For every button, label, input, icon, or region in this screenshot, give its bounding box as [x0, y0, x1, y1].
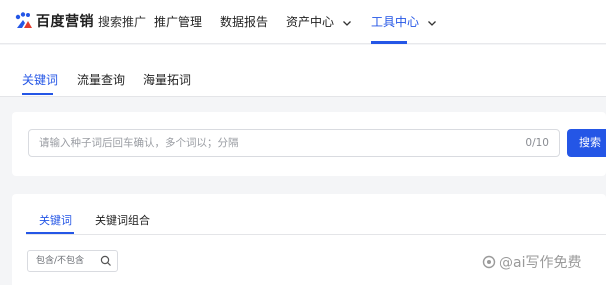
tab-keyword-combinations[interactable]: 关键词组合	[95, 212, 150, 228]
divider	[26, 234, 606, 235]
active-tab-indicator	[22, 93, 53, 95]
nav-item-tool-center[interactable]: 工具中心	[371, 13, 437, 30]
watermark-text: @ai写作免费	[499, 255, 582, 271]
tab-bulk-keyword-expansion[interactable]: 海量拓词	[143, 71, 191, 88]
search-button[interactable]: 搜索	[567, 129, 606, 157]
watermark: @ai写作免费	[482, 252, 581, 272]
include-exclude-filter-input[interactable]: 包含/不包含	[27, 250, 118, 272]
nav-item-campaign-management[interactable]: 推广管理	[154, 13, 202, 30]
logo-subtitle: 搜索推广	[98, 14, 147, 29]
nav-item-label: 数据报告	[220, 15, 269, 29]
logo-text: 百度营销	[36, 14, 94, 30]
baidu-paw-logo-icon	[14, 11, 34, 31]
search-icon	[100, 255, 112, 267]
active-tab-indicator	[26, 232, 74, 234]
watermark-logo-icon	[482, 255, 496, 269]
nav-item-asset-center[interactable]: 资产中心	[286, 13, 352, 30]
tab-keywords[interactable]: 关键词	[22, 71, 58, 88]
nav-item-label: 工具中心	[371, 15, 420, 29]
chevron-down-icon	[427, 17, 437, 27]
nav-item-label: 推广管理	[154, 15, 203, 29]
active-nav-indicator	[371, 41, 407, 44]
seed-keyword-input[interactable]: 请输入种子词后回车确认，多个词以；分隔 0/10	[28, 129, 560, 157]
chevron-down-icon	[342, 17, 352, 27]
top-header: 百度营销 搜索推广 推广管理 数据报告 资产中心 工具中心	[0, 0, 606, 44]
keyword-count: 0/10	[525, 137, 549, 149]
subtab-bar: 关键词 流量查询 海量拓词	[0, 45, 606, 97]
search-card: 请输入种子词后回车确认，多个词以；分隔 0/10 搜索	[12, 112, 606, 176]
nav-item-label: 资产中心	[286, 15, 335, 29]
tab-traffic-query[interactable]: 流量查询	[77, 71, 125, 88]
logo[interactable]: 百度营销 搜索推广	[14, 10, 146, 32]
tab-keyword-results[interactable]: 关键词	[39, 212, 72, 228]
filter-placeholder: 包含/不包含	[36, 256, 85, 266]
nav-item-data-reports[interactable]: 数据报告	[220, 13, 268, 30]
search-placeholder: 请输入种子词后回车确认，多个词以；分隔	[39, 137, 239, 149]
